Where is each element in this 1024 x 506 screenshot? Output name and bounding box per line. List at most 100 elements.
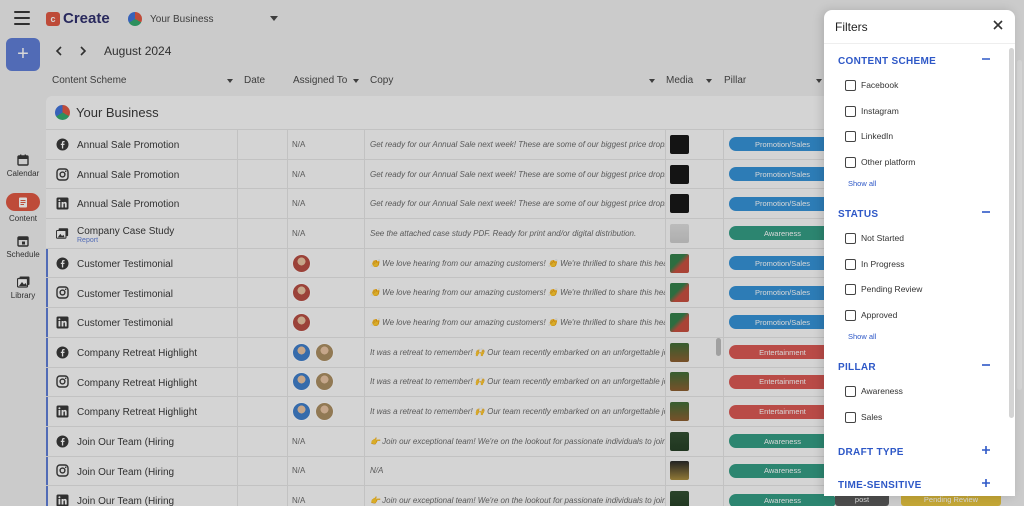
media-cell[interactable] [666, 219, 724, 248]
media-cell[interactable] [666, 486, 724, 506]
sidebar-item-calendar[interactable]: Calendar [0, 154, 46, 178]
filter-option-not-started[interactable]: Not Started [845, 231, 904, 245]
media-thumbnail[interactable] [670, 491, 689, 506]
assigned-cell[interactable] [288, 397, 365, 426]
assigned-cell[interactable]: N/A [288, 456, 365, 486]
assigned-cell[interactable]: N/A [288, 159, 365, 189]
sidebar-item-library[interactable]: Library [0, 276, 46, 300]
copy-cell[interactable]: It was a retreat to remember! 🙌 Our team… [365, 367, 666, 397]
media-thumbnail[interactable] [670, 431, 689, 451]
column-header-media[interactable]: Media [666, 75, 693, 86]
avatar[interactable] [292, 402, 311, 422]
date-cell[interactable] [238, 130, 288, 159]
avatar[interactable] [292, 283, 311, 303]
content-scheme-cell[interactable]: Company Case Study Report [46, 219, 238, 248]
content-scheme-cell[interactable]: Join Our Team (Hiring [46, 456, 238, 486]
pillar-badge[interactable]: Awareness [729, 463, 836, 478]
media-cell[interactable] [666, 397, 724, 426]
copy-column-scrollbar[interactable] [716, 338, 721, 356]
date-cell[interactable] [238, 397, 288, 426]
date-cell[interactable] [238, 159, 288, 189]
media-cell[interactable] [666, 189, 724, 219]
business-selector[interactable]: Your Business [128, 10, 278, 28]
content-scheme-cell[interactable]: Annual Sale Promotion [46, 159, 238, 189]
media-thumbnail[interactable] [670, 134, 689, 154]
pillar-badge[interactable]: Awareness [729, 434, 836, 449]
avatar[interactable] [315, 372, 334, 392]
assigned-cell[interactable]: N/A [288, 189, 365, 219]
filter-section-pillar[interactable]: PILLAR [838, 359, 990, 373]
filter-option-awareness[interactable]: Awareness [845, 384, 903, 398]
copy-cell[interactable]: 👏 We love hearing from our amazing custo… [365, 248, 666, 278]
pillar-badge[interactable]: Awareness [729, 226, 836, 241]
table-row[interactable]: Customer Testimonial 👏 We love hearing fr… [46, 308, 836, 338]
media-thumbnail[interactable] [670, 372, 689, 392]
media-thumbnail[interactable] [670, 253, 689, 273]
date-cell[interactable] [238, 367, 288, 397]
filter-section-draft-type[interactable]: DRAFT TYPE [838, 444, 990, 458]
filter-option-facebook[interactable]: Facebook [845, 78, 898, 92]
table-row[interactable]: Annual Sale Promotion N/A Get ready for ou… [46, 130, 836, 160]
date-cell[interactable] [238, 278, 288, 308]
copy-cell[interactable]: It was a retreat to remember! 🙌 Our team… [365, 337, 666, 367]
date-cell[interactable] [238, 248, 288, 278]
copy-cell[interactable]: 👉 Join our exceptional team! We're on th… [365, 426, 666, 456]
chevron-down-icon[interactable] [353, 79, 359, 83]
pillar-badge[interactable]: Promotion/Sales [729, 285, 836, 300]
assigned-cell[interactable] [288, 337, 365, 367]
content-scheme-cell[interactable]: Customer Testimonial [46, 278, 238, 308]
checkbox[interactable] [845, 283, 856, 295]
copy-cell[interactable]: See the attached case study PDF. Ready f… [365, 219, 666, 248]
collapse-icon[interactable] [980, 53, 992, 65]
media-cell[interactable] [666, 308, 724, 337]
pillar-badge[interactable]: Promotion/Sales [729, 256, 836, 271]
chevron-down-icon[interactable] [649, 79, 655, 83]
pillar-cell[interactable]: Entertainment [724, 368, 836, 397]
app-logo[interactable]: c Create [46, 10, 110, 27]
date-cell[interactable] [238, 486, 288, 506]
filter-section-content-scheme[interactable]: CONTENT SCHEME [838, 53, 990, 67]
table-row[interactable]: Customer Testimonial 👏 We love hearing fr… [46, 248, 836, 279]
avatar[interactable] [292, 253, 311, 273]
checkbox[interactable] [845, 79, 856, 91]
media-thumbnail[interactable] [670, 194, 689, 214]
copy-cell[interactable]: Get ready for our Annual Sale next week!… [365, 189, 666, 219]
content-scheme-cell[interactable]: Company Retreat Highlight [46, 397, 238, 426]
table-row[interactable]: Join Our Team (Hiring N/A N/A Awareness [46, 456, 836, 487]
table-row[interactable]: Annual Sale Promotion N/A Get ready for ou… [46, 159, 836, 190]
date-cell[interactable] [238, 426, 288, 456]
media-cell[interactable] [666, 130, 724, 159]
checkbox[interactable] [845, 130, 856, 142]
table-row[interactable]: Customer Testimonial 👏 We love hearing fr… [46, 278, 836, 309]
pillar-cell[interactable]: Promotion/Sales [724, 249, 836, 278]
copy-cell[interactable]: Get ready for our Annual Sale next week!… [365, 130, 666, 159]
content-scheme-cell[interactable]: Customer Testimonial [46, 308, 238, 337]
pillar-badge[interactable]: Promotion/Sales [729, 137, 836, 152]
media-cell[interactable] [666, 367, 724, 397]
pillar-cell[interactable]: Awareness [724, 427, 836, 456]
checkbox[interactable] [845, 385, 856, 397]
pillar-cell[interactable]: Awareness [724, 457, 836, 486]
copy-cell[interactable]: N/A [365, 456, 666, 486]
content-scheme-cell[interactable]: Customer Testimonial [46, 248, 238, 278]
copy-cell[interactable]: 👏 We love hearing from our amazing custo… [365, 308, 666, 337]
sidebar-item-schedule[interactable]: Schedule [0, 235, 46, 259]
assigned-cell[interactable] [288, 308, 365, 337]
media-thumbnail[interactable] [670, 402, 689, 422]
media-cell[interactable] [666, 159, 724, 189]
show-all-link[interactable]: Show all [848, 332, 876, 341]
content-scheme-cell[interactable]: Annual Sale Promotion [46, 189, 238, 219]
pillar-badge[interactable]: Entertainment [729, 345, 836, 360]
chevron-left-icon[interactable] [50, 42, 68, 60]
filter-option-instagram[interactable]: Instagram [845, 104, 899, 118]
table-row[interactable]: Join Our Team (Hiring N/A 👉 Join our excep… [46, 426, 836, 457]
table-row[interactable]: Company Retreat Highlight It was a retrea… [46, 367, 836, 398]
media-cell[interactable] [666, 248, 724, 278]
media-thumbnail[interactable] [670, 461, 689, 481]
column-header-date[interactable]: Date [244, 75, 265, 86]
filter-section-status[interactable]: STATUS [838, 206, 990, 220]
table-row[interactable]: Join Our Team (Hiring N/A 👉 Join our excep… [46, 486, 836, 506]
media-cell[interactable] [666, 456, 724, 486]
date-cell[interactable] [238, 189, 288, 219]
chevron-down-icon[interactable] [227, 79, 233, 83]
